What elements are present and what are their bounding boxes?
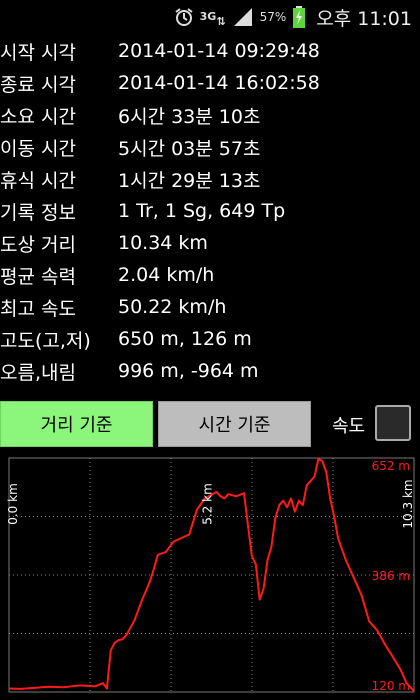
info-value: 50.22 km/h	[118, 296, 227, 318]
speed-checkbox[interactable]	[375, 405, 411, 441]
y-tick-label: 652 m	[372, 459, 410, 473]
elevation-profile-chart: 0.0 km 5.2 km 10.3 km 652 m 386 m 120 m	[0, 452, 420, 700]
info-label: 평균 속력	[0, 265, 76, 288]
x-tick-label: 10.3 km	[401, 479, 415, 528]
signal-icon	[232, 7, 254, 27]
info-row-avg-speed: 평균 속력 2.04 km/h	[0, 259, 420, 291]
info-label: 오름,내림	[0, 361, 76, 384]
info-value: 650 m, 126 m	[118, 328, 252, 350]
network-type-text: 3G	[199, 10, 217, 23]
speed-checkbox-label: 속도	[332, 416, 366, 437]
x-tick-label: 0.0 km	[6, 483, 20, 525]
info-row-end-time: 종료 시각 2014-01-14 16:02:58	[0, 67, 420, 99]
info-row-record-info: 기록 정보 1 Tr, 1 Sg, 649 Tp	[0, 195, 420, 227]
info-row-rest-time: 휴식 시간 1시간 29분 13초	[0, 163, 420, 195]
info-value: 2.04 km/h	[118, 264, 215, 286]
info-value: 2014-01-14 09:29:48	[118, 40, 320, 62]
info-label: 이동 시간	[0, 137, 76, 160]
info-label: 도상 거리	[0, 233, 76, 256]
info-row-start-time: 시작 시각 2014-01-14 09:29:48	[0, 35, 420, 67]
info-row-total-time: 소요 시간 6시간 33분 10초	[0, 99, 420, 131]
info-row-moving-time: 이동 시간 5시간 03분 57초	[0, 131, 420, 163]
info-label: 기록 정보	[0, 201, 76, 224]
info-label: 고도(고,저)	[0, 329, 91, 352]
info-value: 1 Tr, 1 Sg, 649 Tp	[118, 200, 286, 222]
info-label: 종료 시각	[0, 73, 76, 96]
info-row-altitude: 고도(고,저) 650 m, 126 m	[0, 323, 420, 355]
info-value: 1시간 29분 13초	[118, 169, 261, 192]
distance-basis-button[interactable]: 거리 기준	[0, 401, 153, 447]
info-label: 소요 시간	[0, 105, 76, 128]
x-tick-label: 5.2 km	[201, 483, 215, 525]
info-row-distance: 도상 거리 10.34 km	[0, 227, 420, 259]
info-row-ascent-descent: 오름,내림 996 m, -964 m	[0, 355, 420, 387]
info-label: 시작 시각	[0, 41, 76, 64]
info-value: 6시간 33분 10초	[118, 105, 261, 128]
track-info-list: 시작 시각 2014-01-14 09:29:48 종료 시각 2014-01-14…	[0, 35, 420, 387]
network-3g-icon: 3G ⇅	[199, 10, 226, 28]
info-value: 10.34 km	[118, 232, 208, 254]
info-value: 2014-01-14 16:02:58	[118, 72, 320, 94]
info-value: 5시간 03분 57초	[118, 137, 261, 160]
y-tick-label: 386 m	[372, 569, 410, 583]
time-basis-button[interactable]: 시간 기준	[158, 401, 311, 447]
chart-mode-bar: 거리 기준 시간 기준 속도	[0, 401, 420, 447]
battery-charging-icon	[292, 6, 306, 28]
elevation-chart-svg: 0.0 km 5.2 km 10.3 km 652 m 386 m 120 m	[6, 457, 415, 693]
info-value: 996 m, -964 m	[118, 360, 259, 382]
clock-time: 오후 11:01	[316, 7, 412, 30]
battery-percent: 57%	[259, 10, 287, 24]
info-label: 휴식 시간	[0, 169, 76, 192]
info-row-max-speed: 최고 속도 50.22 km/h	[0, 291, 420, 323]
status-bar: 3G ⇅ 57% 오후 11:01	[0, 0, 420, 34]
info-label: 최고 속도	[0, 297, 76, 320]
alarm-icon	[174, 7, 194, 27]
y-tick-label: 120 m	[372, 679, 410, 693]
